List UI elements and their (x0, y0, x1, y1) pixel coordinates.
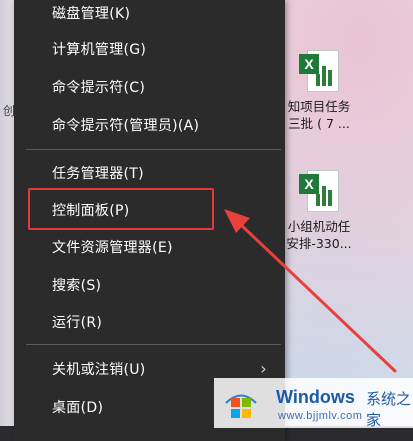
watermark: Windows 系统之家 www.bjjmlv.com (214, 378, 413, 429)
annotation-arrow (224, 209, 397, 373)
watermark-brand: Windows (276, 387, 355, 407)
watermark-url: www.bjjmlv.com (278, 410, 363, 422)
windows-logo-icon (225, 394, 257, 418)
watermark-cn-text: 系统之家 (366, 390, 412, 429)
